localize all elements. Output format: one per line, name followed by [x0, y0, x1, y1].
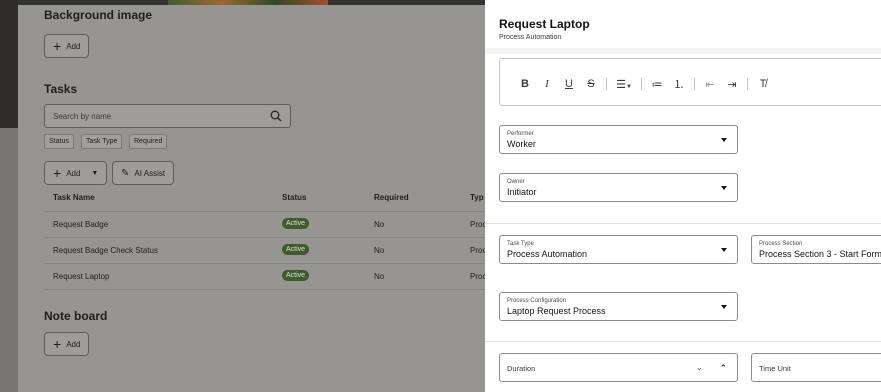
filter-chip-required[interactable]: Required: [129, 134, 168, 149]
status-badge: Active: [282, 244, 310, 255]
column-status[interactable]: Status: [282, 193, 306, 202]
duration-field[interactable]: Duration ⌄ ⌃: [499, 353, 738, 382]
chevron-up-icon[interactable]: ⌃: [719, 363, 727, 374]
add-task-button[interactable]: + Add ▼: [44, 161, 107, 185]
time-unit-select[interactable]: Time Unit: [751, 353, 881, 382]
status-badge: Active: [282, 270, 310, 281]
underline-icon[interactable]: U: [558, 78, 580, 90]
required-value: No: [374, 220, 385, 229]
caret-down-icon: [721, 138, 727, 142]
task-search-input[interactable]: Search by name: [44, 104, 291, 128]
drawer-title: Request Laptop: [499, 17, 590, 31]
editor-toolbar: B I U S ☰▼ ≔ ⒈ ⇤ ⇥ T̸: [514, 77, 774, 91]
banner-image: [18, 0, 485, 5]
column-task-name[interactable]: Task Name: [53, 193, 95, 202]
required-value: No: [374, 246, 385, 255]
background-page: Background image + Add Tasks Search by n…: [0, 0, 485, 392]
column-required[interactable]: Required: [374, 193, 409, 202]
plus-icon: +: [53, 165, 62, 181]
note-board-title: Note board: [44, 309, 108, 323]
description-editor[interactable]: B I U S ☰▼ ≔ ⒈ ⇤ ⇥ T̸: [499, 58, 881, 106]
required-value: No: [374, 272, 385, 281]
task-name[interactable]: Request Laptop: [53, 272, 110, 281]
chevron-down-icon[interactable]: ⌄: [695, 362, 703, 373]
filter-chip-status[interactable]: Status: [44, 134, 74, 149]
task-name[interactable]: Request Badge Check Status: [53, 246, 158, 255]
background-image-title: Background image: [44, 8, 153, 22]
type-value: Proc: [470, 220, 485, 229]
add-background-button[interactable]: + Add: [44, 34, 90, 58]
drawer-subtitle: Process Automation: [499, 34, 562, 41]
bullet-list-icon[interactable]: ≔: [646, 78, 668, 91]
plus-icon: +: [53, 336, 62, 352]
table-row[interactable]: Request Laptop Active No Proc: [44, 264, 485, 290]
column-type[interactable]: Typ: [470, 193, 484, 202]
process-section-select[interactable]: Process Section Process Section 3 - Star…: [751, 235, 881, 264]
search-icon: [270, 110, 282, 122]
align-icon[interactable]: ☰▼: [611, 78, 637, 91]
tasks-title: Tasks: [44, 82, 78, 96]
ai-assist-button[interactable]: ✎ AI Assist: [112, 161, 175, 185]
type-value: Proc: [470, 246, 485, 255]
clear-format-icon[interactable]: T̸: [752, 78, 774, 90]
filter-chip-task-type[interactable]: Task Type: [81, 134, 123, 149]
bold-icon[interactable]: B: [514, 78, 536, 90]
numbered-list-icon[interactable]: ⒈: [668, 76, 690, 92]
table-row[interactable]: Request Badge Active No Proc: [44, 212, 485, 238]
plus-icon: +: [53, 38, 62, 54]
add-note-button[interactable]: + Add: [44, 332, 90, 356]
task-name[interactable]: Request Badge: [53, 220, 108, 229]
type-value: Proc: [470, 272, 485, 281]
performer-select[interactable]: Performer Worker: [499, 125, 738, 154]
chevron-down-icon: ▼: [91, 169, 99, 177]
task-drawer: Request Laptop Process Automation B I U …: [485, 0, 881, 392]
strikethrough-icon[interactable]: S: [580, 78, 602, 90]
caret-down-icon: [721, 186, 727, 190]
status-badge: Active: [282, 218, 310, 229]
magic-wand-icon: ✎: [121, 167, 130, 179]
left-gutter-dark: [0, 0, 18, 128]
table-row[interactable]: Request Badge Check Status Active No Pro…: [44, 238, 485, 264]
caret-down-icon: [721, 305, 727, 309]
search-placeholder: Search by name: [53, 111, 112, 121]
task-type-select[interactable]: Task Type Process Automation: [499, 235, 738, 264]
italic-icon[interactable]: I: [536, 78, 558, 90]
caret-down-icon: [721, 248, 727, 252]
indent-icon[interactable]: ⇥: [721, 78, 743, 91]
owner-select[interactable]: Owner Initiator: [499, 173, 738, 202]
outdent-icon[interactable]: ⇤: [699, 78, 721, 91]
process-configuration-select[interactable]: Process Configuration Laptop Request Pro…: [499, 292, 738, 321]
